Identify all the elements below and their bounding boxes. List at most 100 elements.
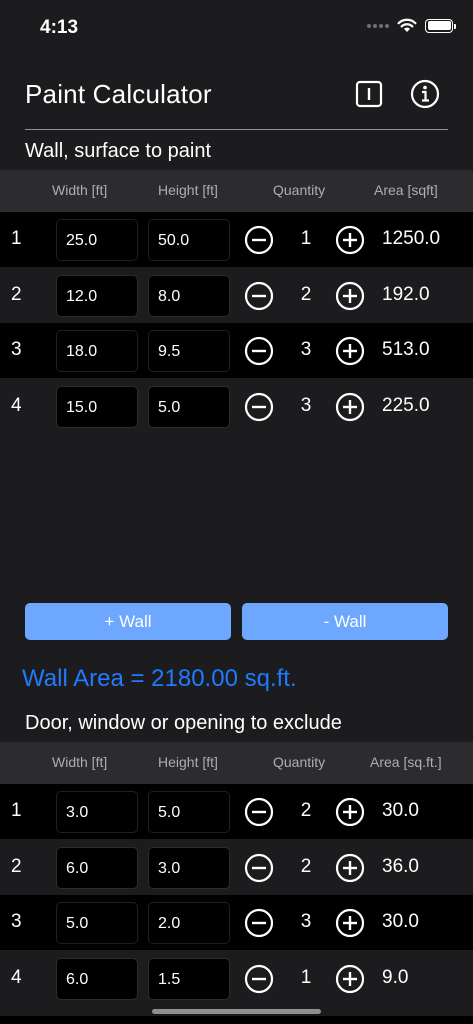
quantity-value: 2 xyxy=(300,855,312,877)
plus-circle-icon xyxy=(335,853,365,882)
row-index: 1 xyxy=(11,228,22,249)
wall-area-total: Wall Area = 2180.00 sq.ft. xyxy=(22,665,297,692)
plus-circle-icon xyxy=(335,336,365,366)
status-time: 4:13 xyxy=(40,17,79,38)
increase-quantity-button[interactable] xyxy=(335,281,365,311)
minus-circle-icon xyxy=(244,336,274,366)
decrease-quantity-button[interactable] xyxy=(244,964,274,994)
width-input[interactable]: 15.0 xyxy=(56,385,138,428)
quantity-value: 3 xyxy=(300,911,312,932)
partial-table-row xyxy=(0,1016,473,1024)
wifi-icon xyxy=(397,18,417,32)
row-index: 1 xyxy=(11,800,22,821)
width-input[interactable]: 12.0 xyxy=(56,274,138,317)
home-indicator[interactable] xyxy=(152,1009,321,1014)
area-value: 30.0 xyxy=(382,800,419,821)
width-input[interactable]: 25.0 xyxy=(56,219,138,261)
page-title: Paint Calculator xyxy=(25,79,212,109)
minus-circle-icon xyxy=(244,908,274,938)
row-index: 4 xyxy=(11,394,22,416)
header-height: Height [ft] xyxy=(158,182,218,198)
info-button[interactable] xyxy=(410,79,440,109)
table-row: 3 18.0 9.5 3 513.0 xyxy=(0,323,473,378)
width-input[interactable]: 5.0 xyxy=(56,902,138,944)
info-circle-icon xyxy=(410,79,440,109)
table-row: 4 6.0 1.5 1 9.0 xyxy=(0,950,473,1006)
header-area: Area [sqft] xyxy=(374,182,438,198)
area-value: 225.0 xyxy=(382,394,430,416)
row-index: 3 xyxy=(11,911,22,932)
table-row: 2 12.0 8.0 2 192.0 xyxy=(0,267,473,323)
increase-quantity-button[interactable] xyxy=(335,336,365,366)
add-wall-button[interactable]: + Wall xyxy=(25,603,231,640)
info-square-button[interactable] xyxy=(354,79,384,109)
height-input[interactable]: 50.0 xyxy=(148,219,230,261)
quantity-value: 1 xyxy=(300,966,312,988)
header-quantity: Quantity xyxy=(273,754,326,770)
increase-quantity-button[interactable] xyxy=(335,908,365,938)
increase-quantity-button[interactable] xyxy=(335,853,365,883)
height-input[interactable]: 3.0 xyxy=(148,846,230,889)
increase-quantity-button[interactable] xyxy=(335,392,365,422)
height-input[interactable]: 1.5 xyxy=(148,957,230,1000)
header-height: Height [ft] xyxy=(158,754,218,770)
plus-circle-icon xyxy=(335,908,365,938)
table-row: 3 5.0 2.0 3 30.0 xyxy=(0,895,473,950)
area-value: 513.0 xyxy=(382,339,430,360)
row-index: 2 xyxy=(11,283,22,305)
height-input[interactable]: 5.0 xyxy=(148,791,230,833)
quantity-value: 2 xyxy=(300,283,312,305)
header-width: Width [ft] xyxy=(52,754,108,770)
plus-circle-icon xyxy=(335,225,365,255)
height-input[interactable]: 8.0 xyxy=(148,274,230,317)
minus-circle-icon xyxy=(244,281,274,310)
height-input[interactable]: 9.5 xyxy=(148,330,230,372)
quantity-value: 1 xyxy=(300,228,312,249)
battery-icon xyxy=(425,18,456,33)
minus-circle-icon xyxy=(244,853,274,882)
width-input[interactable]: 3.0 xyxy=(56,791,138,833)
plus-circle-icon xyxy=(335,392,365,421)
increase-quantity-button[interactable] xyxy=(335,964,365,994)
area-value: 36.0 xyxy=(382,855,419,877)
nav-divider xyxy=(25,129,448,130)
status-bar: 4:13 xyxy=(0,0,473,56)
width-input[interactable]: 6.0 xyxy=(56,846,138,889)
decrease-quantity-button[interactable] xyxy=(244,225,274,255)
row-index: 4 xyxy=(11,966,22,988)
quantity-value: 3 xyxy=(300,394,312,416)
minus-circle-icon xyxy=(244,392,274,421)
table-row: 1 25.0 50.0 1 1250.0 xyxy=(0,212,473,267)
decrease-quantity-button[interactable] xyxy=(244,336,274,366)
status-icons xyxy=(367,18,456,33)
minus-circle-icon xyxy=(244,797,274,827)
width-input[interactable]: 18.0 xyxy=(56,330,138,372)
height-input[interactable]: 2.0 xyxy=(148,902,230,944)
minus-circle-icon xyxy=(244,225,274,255)
decrease-quantity-button[interactable] xyxy=(244,908,274,938)
openings-section-title: Door, window or opening to exclude xyxy=(25,712,342,734)
decrease-quantity-button[interactable] xyxy=(244,281,274,311)
table-row: 1 3.0 5.0 2 30.0 xyxy=(0,784,473,839)
table-row: 2 6.0 3.0 2 36.0 xyxy=(0,839,473,895)
header-quantity: Quantity xyxy=(273,182,326,198)
increase-quantity-button[interactable] xyxy=(335,225,365,255)
walls-table-header: Width [ft] Height [ft] Quantity Area [sq… xyxy=(0,170,473,212)
decrease-quantity-button[interactable] xyxy=(244,853,274,883)
height-input[interactable]: 5.0 xyxy=(148,385,230,428)
signal-icon xyxy=(367,23,389,28)
plus-circle-icon xyxy=(335,964,365,993)
increase-quantity-button[interactable] xyxy=(335,797,365,827)
row-index: 3 xyxy=(11,339,22,360)
area-value: 1250.0 xyxy=(382,228,441,249)
info-square-icon xyxy=(355,80,383,108)
width-input[interactable]: 6.0 xyxy=(56,957,138,1000)
decrease-quantity-button[interactable] xyxy=(244,392,274,422)
area-value: 9.0 xyxy=(382,966,409,988)
nav-bar: Paint Calculator xyxy=(0,66,473,130)
area-value: 192.0 xyxy=(382,283,430,305)
decrease-quantity-button[interactable] xyxy=(244,797,274,827)
remove-wall-button[interactable]: - Wall xyxy=(242,603,448,640)
header-width: Width [ft] xyxy=(52,182,108,198)
quantity-value: 2 xyxy=(300,800,312,821)
